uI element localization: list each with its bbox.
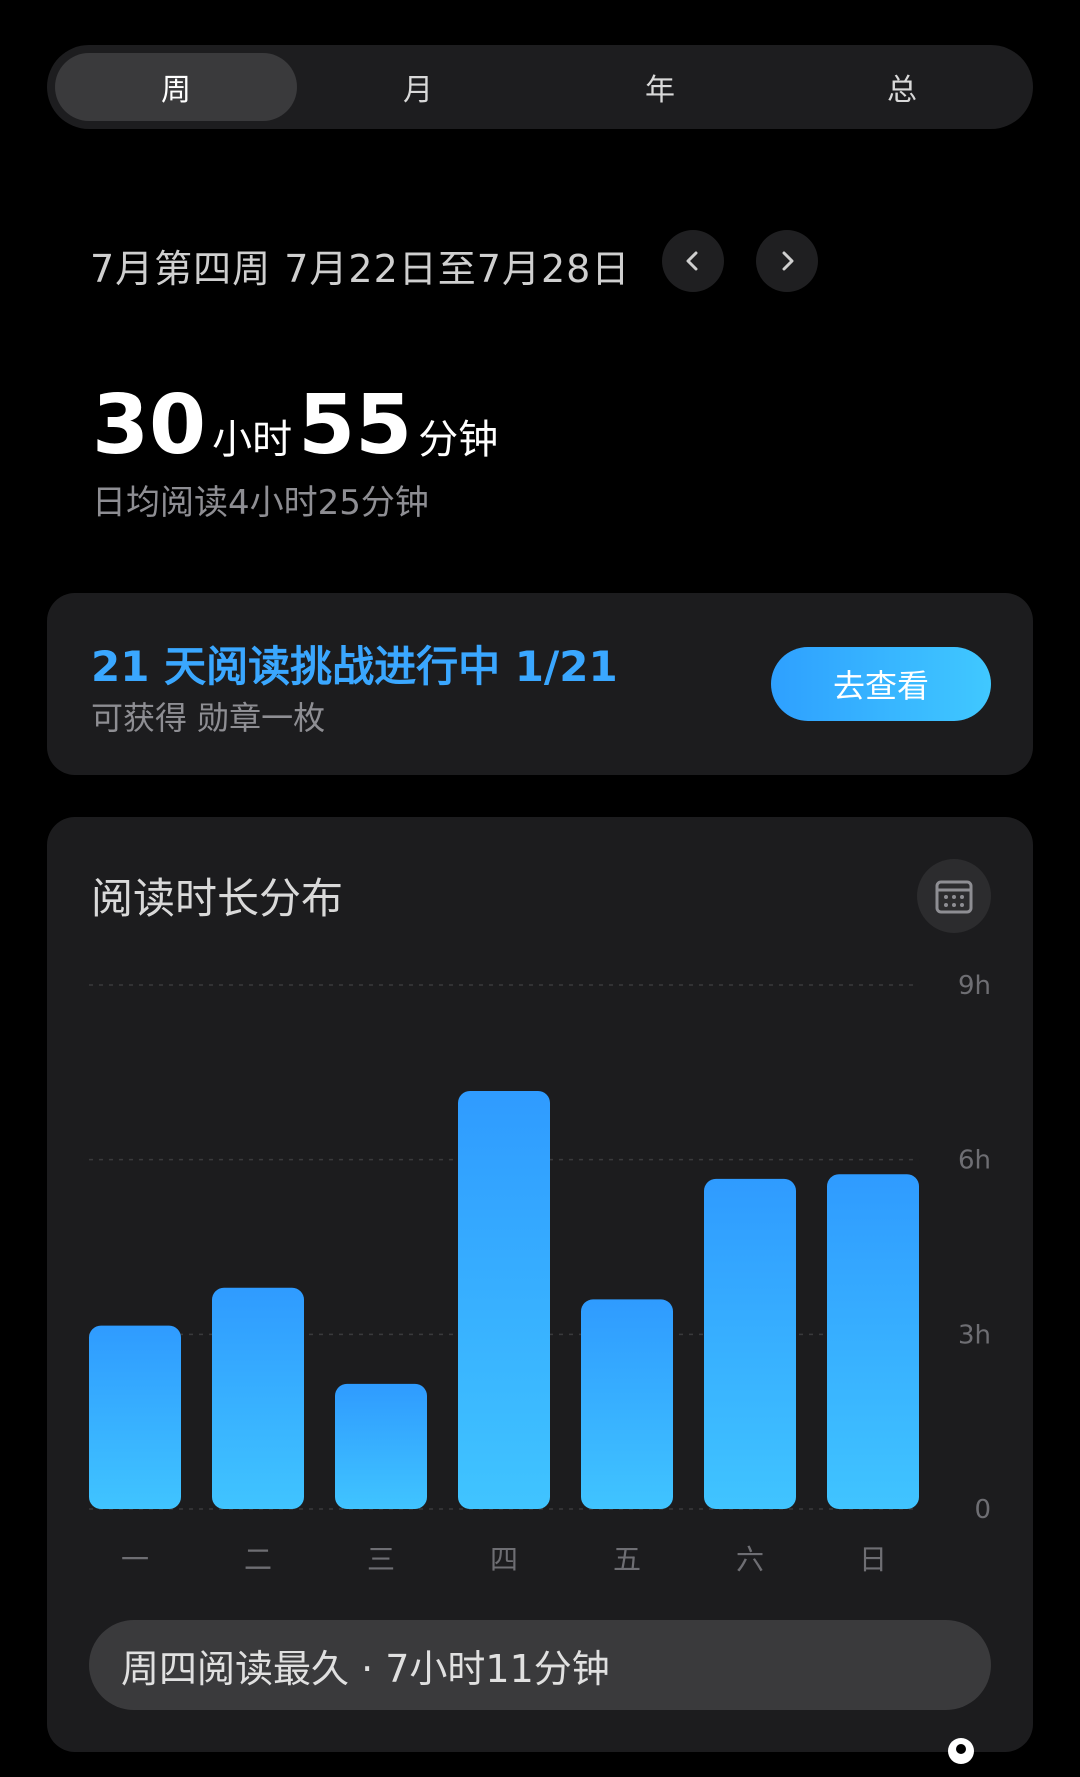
x-tick-label: 三 bbox=[367, 1543, 395, 1576]
reading-challenge-card: 21 天阅读挑战进行中 1/21 可获得 勋章一枚 去查看 bbox=[47, 593, 1033, 775]
chevron-left-icon bbox=[686, 251, 698, 271]
tab-month[interactable]: 月 bbox=[297, 53, 539, 121]
bar-5[interactable] bbox=[704, 1178, 796, 1509]
x-tick-label: 六 bbox=[736, 1543, 764, 1576]
bar-3[interactable] bbox=[458, 1090, 550, 1509]
next-week-button[interactable] bbox=[756, 230, 818, 292]
x-tick-label: 日 bbox=[859, 1543, 887, 1576]
hours-unit: 小时 bbox=[212, 417, 293, 463]
week-range-title: 7月第四周 7月22日至7月28日 bbox=[90, 247, 631, 291]
bar-0[interactable] bbox=[89, 1325, 181, 1509]
total-hours: 30 bbox=[92, 378, 207, 473]
tab-year[interactable]: 年 bbox=[539, 53, 781, 121]
longest-reading-day-summary: 周四阅读最久 · 7小时11分钟 bbox=[89, 1620, 991, 1710]
bar-1[interactable] bbox=[212, 1287, 304, 1509]
minutes-unit: 分钟 bbox=[418, 417, 499, 463]
x-tick-label: 一 bbox=[121, 1543, 149, 1576]
bar-2[interactable] bbox=[335, 1383, 427, 1509]
y-tick-label: 6h bbox=[958, 1146, 991, 1176]
challenge-reward: 可获得 勋章一枚 bbox=[91, 699, 326, 737]
reading-duration-bar-chart: 9h 6h 3h 0 一 二 三 四 五 六 日 bbox=[89, 971, 991, 1576]
daily-average: 日均阅读4小时25分钟 bbox=[92, 483, 429, 523]
period-tabs: 周 月 年 总 bbox=[47, 45, 1033, 129]
chevron-right-icon bbox=[782, 251, 794, 271]
bar-4[interactable] bbox=[581, 1299, 673, 1509]
tab-total[interactable]: 总 bbox=[781, 53, 1023, 121]
total-minutes: 55 bbox=[298, 378, 413, 473]
total-reading-time: 30 小时55 分钟 bbox=[92, 378, 504, 473]
previous-week-button[interactable] bbox=[662, 230, 724, 292]
x-tick-label: 五 bbox=[613, 1543, 641, 1576]
y-tick-label: 0 bbox=[974, 1495, 991, 1525]
y-tick-label: 3h bbox=[958, 1320, 991, 1350]
y-tick-label: 9h bbox=[958, 971, 991, 1001]
bar-6[interactable] bbox=[827, 1174, 919, 1509]
tab-week[interactable]: 周 bbox=[55, 53, 297, 121]
x-tick-label: 二 bbox=[244, 1543, 272, 1576]
view-challenge-button[interactable]: 去查看 bbox=[771, 647, 991, 721]
watermark bbox=[948, 1738, 980, 1764]
reading-distribution-card: 阅读时长分布 9h 6h 3h 0 一二三四五六日 周四阅读最久 · 7小时11分钟 bbox=[47, 817, 1033, 1752]
x-tick-label: 四 bbox=[490, 1543, 518, 1576]
challenge-title: 21 天阅读挑战进行中 1/21 bbox=[91, 642, 618, 691]
watermark-logo-icon bbox=[948, 1738, 974, 1764]
